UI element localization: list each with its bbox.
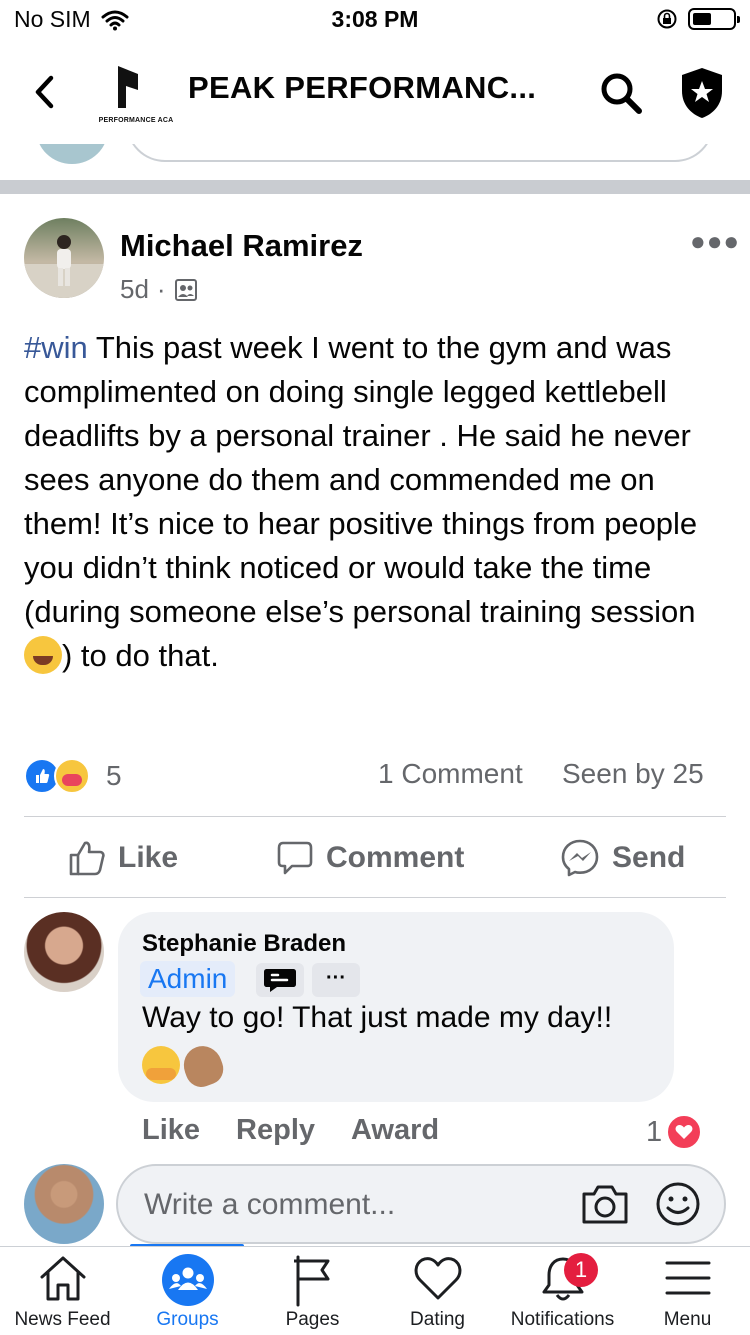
tab-label: Groups xyxy=(156,1309,219,1330)
chevron-left-icon xyxy=(35,75,54,109)
like-label: Like xyxy=(118,841,179,874)
reaction-count: 5 xyxy=(106,760,122,791)
send-label: Send xyxy=(612,841,686,874)
post-author-name[interactable]: Michael Ramirez xyxy=(120,228,363,264)
smiley-icon xyxy=(656,1182,700,1226)
camera-button[interactable] xyxy=(580,1182,630,1226)
hashtag-link[interactable]: #win xyxy=(24,330,88,365)
group-composer-input[interactable] xyxy=(126,144,714,162)
comment-reaction-count: 1 xyxy=(646,1115,663,1148)
tab-label: Menu xyxy=(663,1309,712,1330)
battery-icon xyxy=(688,8,740,30)
avatar xyxy=(36,144,108,164)
group-header: PERFORMANCE ACA PEAK PERFORMANC... xyxy=(0,40,750,144)
bottom-tab-bar: News Feed Groups Pages Dating 1 Notifica… xyxy=(0,1246,750,1335)
tab-news-feed[interactable]: News Feed xyxy=(0,1247,125,1335)
divider xyxy=(24,816,726,817)
heart-reaction-icon xyxy=(666,1114,703,1150)
care-reaction-icon xyxy=(54,758,90,794)
comment-bubble-icon xyxy=(277,841,313,875)
comment-emojis xyxy=(142,1040,228,1092)
avatar-photo xyxy=(24,235,104,298)
write-comment-box xyxy=(116,1164,726,1244)
send-button[interactable]: Send xyxy=(560,838,685,878)
group-composer-partial xyxy=(0,144,750,180)
section-divider xyxy=(0,180,750,194)
shield-star-icon xyxy=(682,68,722,118)
laughing-emoji-icon xyxy=(24,636,62,674)
tab-label: Dating xyxy=(410,1309,465,1330)
post-body: #win This past week I went to the gym an… xyxy=(24,326,724,678)
messenger-icon xyxy=(561,839,599,877)
post-author-avatar[interactable] xyxy=(24,218,104,298)
write-comment-input[interactable] xyxy=(142,1166,566,1244)
notification-count-badge: 1 xyxy=(564,1253,598,1287)
more-badges-button[interactable]: ··· xyxy=(312,963,360,997)
my-avatar[interactable] xyxy=(24,1164,104,1244)
comment-award-button[interactable]: Award xyxy=(351,1114,439,1147)
tab-menu[interactable]: Menu xyxy=(625,1247,750,1335)
comment-button[interactable]: Comment xyxy=(276,839,464,877)
commenter-name[interactable]: Stephanie Braden xyxy=(142,930,346,958)
admin-tools-button[interactable] xyxy=(678,66,726,120)
search-icon xyxy=(601,73,642,114)
group-members-icon xyxy=(174,278,197,301)
search-button[interactable] xyxy=(598,70,644,116)
tab-label: Notifications xyxy=(510,1309,615,1330)
tab-label: News Feed xyxy=(14,1309,111,1330)
clapping-hands-emoji-icon xyxy=(178,1040,228,1092)
group-logo[interactable]: PERFORMANCE ACA xyxy=(98,62,174,124)
post-time[interactable]: 5d xyxy=(120,274,149,305)
tab-pages[interactable]: Pages xyxy=(250,1247,375,1335)
comment-label: Comment xyxy=(326,841,465,874)
post-body-text-end: ) to do that. xyxy=(62,638,219,673)
camera-icon xyxy=(582,1185,628,1224)
status-time: 3:08 PM xyxy=(331,6,419,32)
meta-separator: · xyxy=(156,274,166,304)
heart-icon xyxy=(375,1253,500,1305)
tab-notifications[interactable]: 1 Notifications xyxy=(500,1247,625,1335)
thumbs-up-icon xyxy=(69,841,105,876)
group-logo-text: PERFORMANCE ACA xyxy=(98,117,174,124)
hugging-emoji-icon xyxy=(142,1046,180,1084)
post-reactions-summary[interactable]: 5 xyxy=(24,758,122,794)
bell-icon xyxy=(500,1253,625,1305)
conversation-starter-badge[interactable] xyxy=(256,963,304,997)
post-action-bar: Like Comment Send xyxy=(24,818,726,898)
post-meta: 5d · xyxy=(120,274,198,305)
admin-badge[interactable]: Admin xyxy=(140,961,236,997)
orientation-lock-icon xyxy=(657,9,677,29)
seen-by-link[interactable]: Seen by 25 xyxy=(562,758,704,790)
divider xyxy=(24,897,726,898)
comment-count-link[interactable]: 1 Comment xyxy=(378,758,523,790)
hamburger-menu-icon xyxy=(625,1253,750,1305)
post-body-text: This past week I went to the gym and was… xyxy=(24,330,698,629)
chat-badge-icon xyxy=(264,969,296,992)
back-button[interactable] xyxy=(22,68,66,116)
group-title[interactable]: PEAK PERFORMANC... xyxy=(188,70,536,106)
comment-reply-button[interactable]: Reply xyxy=(236,1114,315,1147)
commenter-avatar[interactable] xyxy=(24,912,104,992)
status-bar: No SIM 3:08 PM xyxy=(0,0,750,40)
tab-groups[interactable]: Groups xyxy=(125,1247,250,1335)
home-icon xyxy=(0,1253,125,1305)
comment-like-button[interactable]: Like xyxy=(142,1114,200,1147)
flag-icon xyxy=(250,1253,375,1307)
comment-actions: Like Reply Award xyxy=(142,1114,439,1147)
comment-reaction-summary[interactable]: 1 xyxy=(646,1114,703,1150)
comment-text: Way to go! That just made my day!! xyxy=(142,1001,613,1034)
peak-logo-icon xyxy=(118,66,138,108)
post-more-options-button[interactable]: ●●● xyxy=(690,226,740,257)
tab-dating[interactable]: Dating xyxy=(375,1247,500,1335)
groups-icon xyxy=(125,1253,250,1306)
emoji-button[interactable] xyxy=(654,1180,702,1228)
tab-label: Pages xyxy=(285,1309,340,1330)
status-right xyxy=(656,8,740,30)
like-button[interactable]: Like xyxy=(68,839,178,877)
